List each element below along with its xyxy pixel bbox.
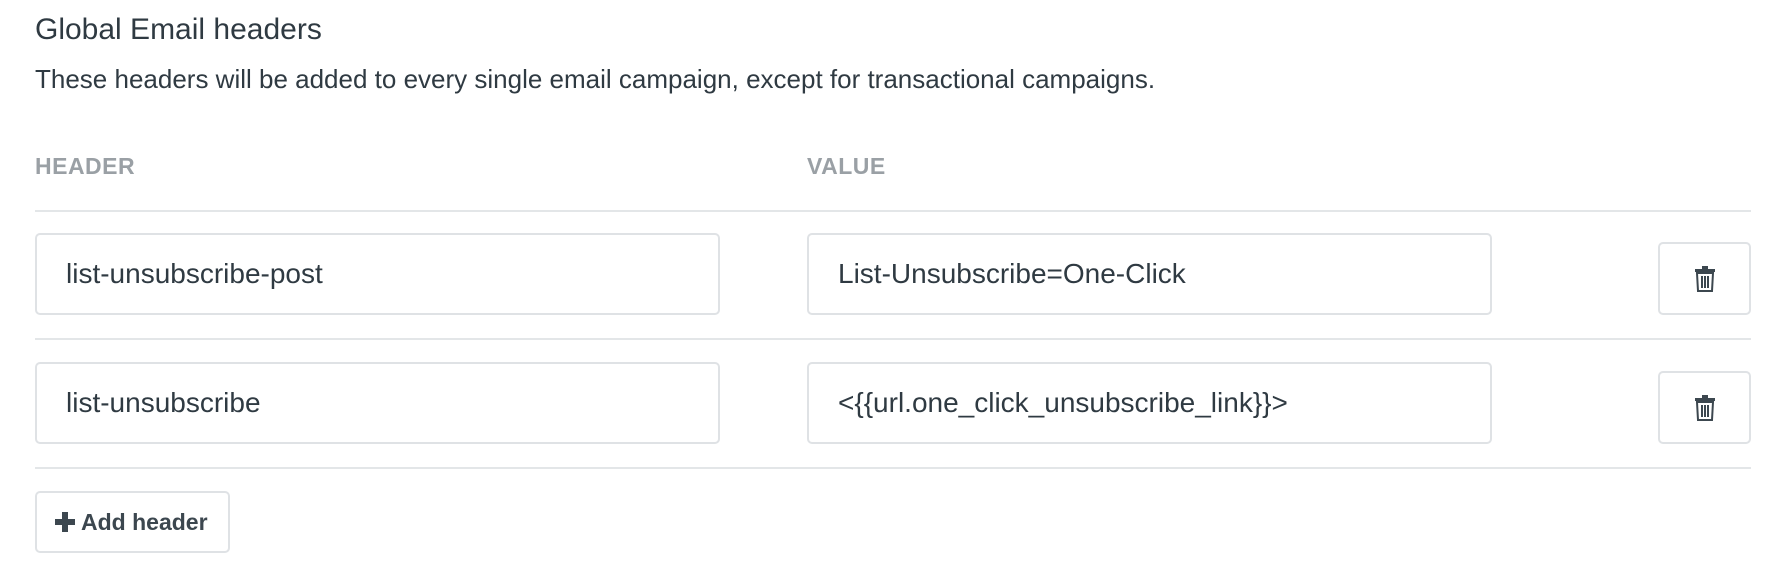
column-header-header: HEADER xyxy=(35,153,136,179)
section-description: These headers will be added to every sin… xyxy=(35,64,1156,94)
table-divider xyxy=(35,210,1751,212)
table-divider xyxy=(35,467,1751,469)
trash-icon xyxy=(1694,265,1716,292)
header-name-input[interactable] xyxy=(35,362,720,444)
table-divider xyxy=(35,338,1751,340)
delete-header-button[interactable] xyxy=(1658,371,1751,444)
header-name-input[interactable] xyxy=(35,233,720,315)
section-title: Global Email headers xyxy=(35,13,322,46)
plus-icon xyxy=(55,512,75,532)
column-header-value: VALUE xyxy=(807,153,886,179)
delete-header-button[interactable] xyxy=(1658,242,1751,315)
add-header-label: Add header xyxy=(81,508,208,535)
add-header-button[interactable]: Add header xyxy=(35,491,230,553)
header-value-input[interactable] xyxy=(807,362,1492,444)
trash-icon xyxy=(1694,394,1716,421)
header-value-input[interactable] xyxy=(807,233,1492,315)
